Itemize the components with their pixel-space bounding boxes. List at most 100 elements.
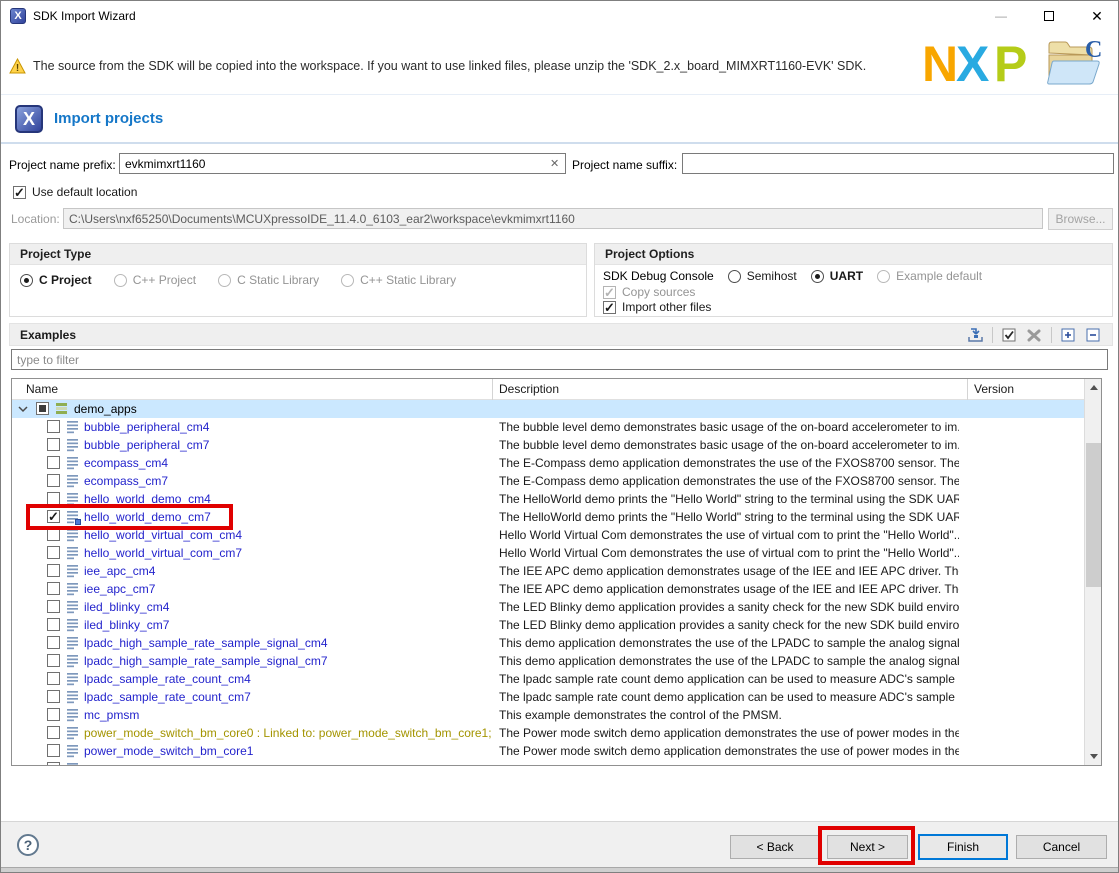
minimize-button[interactable]: — <box>981 1 1021 31</box>
example-name[interactable]: ecompass_cm7 <box>84 474 168 488</box>
checkbox-icon[interactable] <box>603 301 616 314</box>
clear-prefix-icon[interactable]: ✕ <box>550 157 559 170</box>
row-checkbox[interactable] <box>47 654 60 667</box>
table-row[interactable]: iee_apc_cm4 The IEE APC demo application… <box>12 562 1101 580</box>
example-name[interactable]: lpadc_high_sample_rate_sample_signal_cm7 <box>84 654 328 668</box>
row-checkbox[interactable] <box>47 474 60 487</box>
table-row[interactable]: bubble_peripheral_cm4 The bubble level d… <box>12 418 1101 436</box>
table-row[interactable]: bubble_peripheral_cm7 The bubble level d… <box>12 436 1101 454</box>
example-name[interactable]: hello_world_demo_cm4 <box>84 492 211 506</box>
button-bar: ? < Back Next > Finish Cancel <box>1 821 1118 867</box>
group-name[interactable]: demo_apps <box>74 402 137 416</box>
table-row[interactable]: power_mode_switch_bm_core0 : Linked to: … <box>12 724 1101 742</box>
row-checkbox[interactable] <box>47 672 60 685</box>
finish-button[interactable]: Finish <box>918 834 1008 860</box>
example-name[interactable]: mc_pmsm <box>84 708 139 722</box>
scroll-up-icon[interactable] <box>1085 379 1102 396</box>
row-checkbox[interactable] <box>47 744 60 757</box>
table-row[interactable]: ecompass_cm4 The E-Compass demo applicat… <box>12 454 1101 472</box>
vertical-scrollbar[interactable] <box>1084 379 1101 765</box>
example-name[interactable]: hello_world_virtual_com_cm7 <box>84 546 242 560</box>
table-row[interactable]: lpadc_sample_rate_count_cm4 The lpadc sa… <box>12 670 1101 688</box>
scroll-down-icon[interactable] <box>1085 748 1102 765</box>
collapse-all-icon[interactable] <box>1085 327 1102 343</box>
table-row[interactable]: ecompass_cm7 The E-Compass demo applicat… <box>12 472 1101 490</box>
checkbox-option[interactable]: Import other files <box>603 300 1112 314</box>
example-name[interactable]: lpadc_sample_rate_count_cm4 <box>84 672 251 686</box>
nxp-logo: N X P <box>922 37 1034 89</box>
column-header-version[interactable]: Version <box>974 382 1014 396</box>
row-checkbox[interactable] <box>47 726 60 739</box>
chevron-down-icon[interactable] <box>18 404 28 414</box>
table-row[interactable]: lpadc_sample_rate_count_cm7 The lpadc sa… <box>12 688 1101 706</box>
table-row[interactable]: lpadc_high_sample_rate_sample_signal_cm4… <box>12 634 1101 652</box>
project-name-prefix-input[interactable] <box>119 153 566 174</box>
table-row[interactable]: power_mode_switch_bm_core1 The Power mod… <box>12 742 1101 760</box>
example-name[interactable]: lpadc_sample_rate_count_cm7 <box>84 690 251 704</box>
radio-icon[interactable] <box>20 274 33 287</box>
table-row[interactable]: iled_blinky_cm7 The LED Blinky demo appl… <box>12 616 1101 634</box>
table-row[interactable]: lpadc_high_sample_rate_sample_signal_cm7… <box>12 652 1101 670</box>
example-name[interactable]: lpadc_high_sample_rate_sample_signal_cm4 <box>84 636 328 650</box>
project-name-suffix-input[interactable] <box>682 153 1114 174</box>
row-checkbox[interactable] <box>47 510 60 523</box>
deselect-all-icon[interactable] <box>1026 327 1043 343</box>
row-checkbox[interactable] <box>47 600 60 613</box>
table-row[interactable]: hello_world_virtual_com_cm7 Hello World … <box>12 544 1101 562</box>
select-all-icon[interactable] <box>1001 327 1018 343</box>
radio-option[interactable]: UART <box>811 269 863 283</box>
row-checkbox[interactable] <box>47 618 60 631</box>
radio-option[interactable]: Semihost <box>728 269 797 283</box>
row-checkbox[interactable] <box>47 456 60 469</box>
group-checkbox[interactable] <box>36 402 49 415</box>
use-default-location-checkbox[interactable] <box>13 186 26 199</box>
table-row[interactable]: hello_world_demo_cm4 The HelloWorld demo… <box>12 490 1101 508</box>
example-name[interactable]: iee_apc_cm7 <box>84 582 155 596</box>
row-checkbox[interactable] <box>47 420 60 433</box>
example-name[interactable]: iee_apc_cm4 <box>84 564 155 578</box>
table-row[interactable]: mc_pmsm This example demonstrates the co… <box>12 706 1101 724</box>
row-checkbox[interactable] <box>47 528 60 541</box>
table-row[interactable]: hello_world_demo_cm7 The HelloWorld demo… <box>12 508 1101 526</box>
example-name[interactable]: hello_world_virtual_com_cm4 <box>84 528 242 542</box>
next-button[interactable]: Next > <box>827 835 908 859</box>
row-checkbox[interactable] <box>47 690 60 703</box>
radio-option[interactable]: C Project <box>20 273 92 287</box>
import-example-icon[interactable] <box>967 327 984 343</box>
row-checkbox[interactable] <box>47 492 60 505</box>
row-checkbox[interactable] <box>47 708 60 721</box>
row-checkbox[interactable] <box>47 546 60 559</box>
example-name[interactable]: iled_blinky_cm4 <box>84 600 169 614</box>
table-row[interactable] <box>12 760 1101 766</box>
use-default-location-option[interactable]: Use default location <box>13 185 137 199</box>
cancel-button[interactable]: Cancel <box>1016 835 1107 859</box>
row-checkbox[interactable] <box>47 564 60 577</box>
example-name[interactable]: power_mode_switch_bm_core0 : Linked to: … <box>84 726 492 740</box>
table-row[interactable]: iled_blinky_cm4 The LED Blinky demo appl… <box>12 598 1101 616</box>
table-row[interactable]: hello_world_virtual_com_cm4 Hello World … <box>12 526 1101 544</box>
help-button[interactable]: ? <box>17 834 39 856</box>
expand-all-icon[interactable] <box>1060 327 1077 343</box>
row-checkbox[interactable] <box>47 438 60 451</box>
window-title: SDK Import Wizard <box>33 9 136 23</box>
table-row[interactable]: iee_apc_cm7 The IEE APC demo application… <box>12 580 1101 598</box>
column-header-description[interactable]: Description <box>499 382 559 396</box>
close-button[interactable]: ✕ <box>1077 1 1117 31</box>
scrollbar-thumb[interactable] <box>1086 443 1101 587</box>
filter-input[interactable] <box>11 349 1108 370</box>
example-name[interactable]: hello_world_demo_cm7 <box>84 510 211 524</box>
example-name[interactable]: ecompass_cm4 <box>84 456 168 470</box>
example-name[interactable]: bubble_peripheral_cm4 <box>84 420 209 434</box>
row-checkbox[interactable] <box>47 762 60 766</box>
radio-icon[interactable] <box>728 270 741 283</box>
example-name[interactable]: power_mode_switch_bm_core1 <box>84 744 253 758</box>
example-name[interactable]: iled_blinky_cm7 <box>84 618 169 632</box>
example-name[interactable]: bubble_peripheral_cm7 <box>84 438 209 452</box>
back-button[interactable]: < Back <box>730 835 820 859</box>
row-checkbox[interactable] <box>47 582 60 595</box>
row-checkbox[interactable] <box>47 636 60 649</box>
radio-icon[interactable] <box>811 270 824 283</box>
column-header-name[interactable]: Name <box>26 382 58 396</box>
maximize-button[interactable] <box>1029 1 1069 31</box>
tree-group-row[interactable]: demo_apps <box>12 400 1101 418</box>
